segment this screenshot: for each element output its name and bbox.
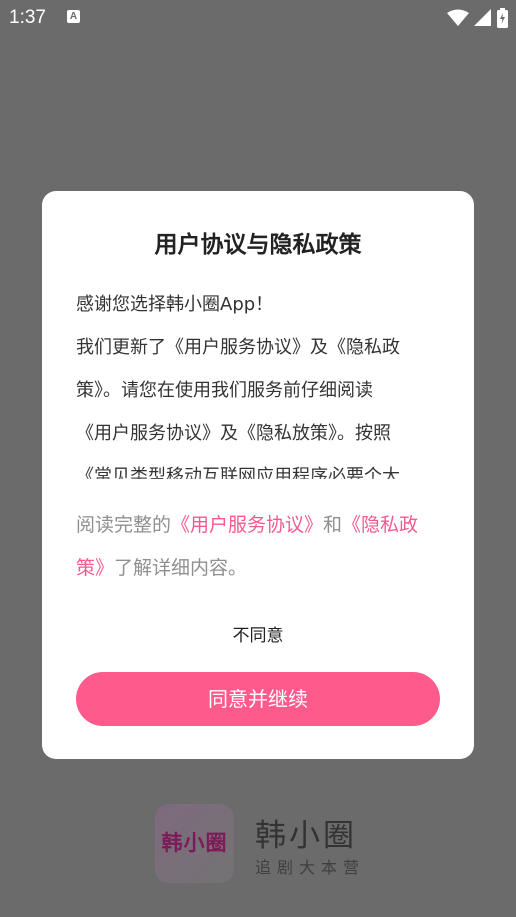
dialog-body-scroll[interactable]: 感谢您选择韩小圈App！ 我们更新了《用户服务协议》及《隐私政 策》。请您在使用… <box>76 283 440 479</box>
privacy-link-part1[interactable]: 《隐私政 <box>342 514 418 536</box>
accessibility-notification-icon: A <box>67 10 80 23</box>
body-line: 策》。请您在使用我们服务前仔细阅读 <box>76 380 373 401</box>
read-and: 和 <box>323 514 343 536</box>
splash-brand: 韩小圈 韩小圈 追剧大本营 <box>155 804 375 884</box>
privacy-policy-dialog: 用户协议与隐私政策 感谢您选择韩小圈App！ 我们更新了《用户服务协议》及《隐私… <box>42 191 474 759</box>
signal-icon <box>474 9 491 26</box>
brand-slogan: 追剧大本营 <box>255 858 366 877</box>
user-agreement-link[interactable]: 《用户服务协议》 <box>171 514 323 536</box>
status-time: 1:37 <box>9 7 46 28</box>
privacy-link-part2[interactable]: 策》 <box>76 557 114 579</box>
body-line: 《常见类型移动互联网应用程序必要个大 <box>76 455 440 479</box>
agree-and-continue-button[interactable]: 同意并继续 <box>76 672 440 726</box>
wifi-icon <box>447 9 469 26</box>
brand-name: 韩小圈 <box>255 818 357 854</box>
app-logo: 韩小圈 <box>155 804 234 883</box>
read-suffix: 了解详细内容。 <box>114 557 248 579</box>
body-line: 《用户服务协议》及《隐私放策》。按照 <box>76 423 391 444</box>
dialog-title: 用户协议与隐私政策 <box>154 232 362 258</box>
status-icons <box>447 8 508 28</box>
read-full-notice: 阅读完整的《用户服务协议》和《隐私政策》了解详细内容。 <box>76 504 440 590</box>
read-prefix: 阅读完整的 <box>76 514 172 536</box>
body-line: 感谢您选择韩小圈App！ <box>76 294 274 315</box>
body-line: 我们更新了《用户服务协议》及《隐私政 <box>76 337 400 358</box>
disagree-button[interactable]: 不同意 <box>42 621 474 646</box>
battery-charging-icon <box>497 8 508 28</box>
status-bar: 1:37 A <box>0 0 516 36</box>
